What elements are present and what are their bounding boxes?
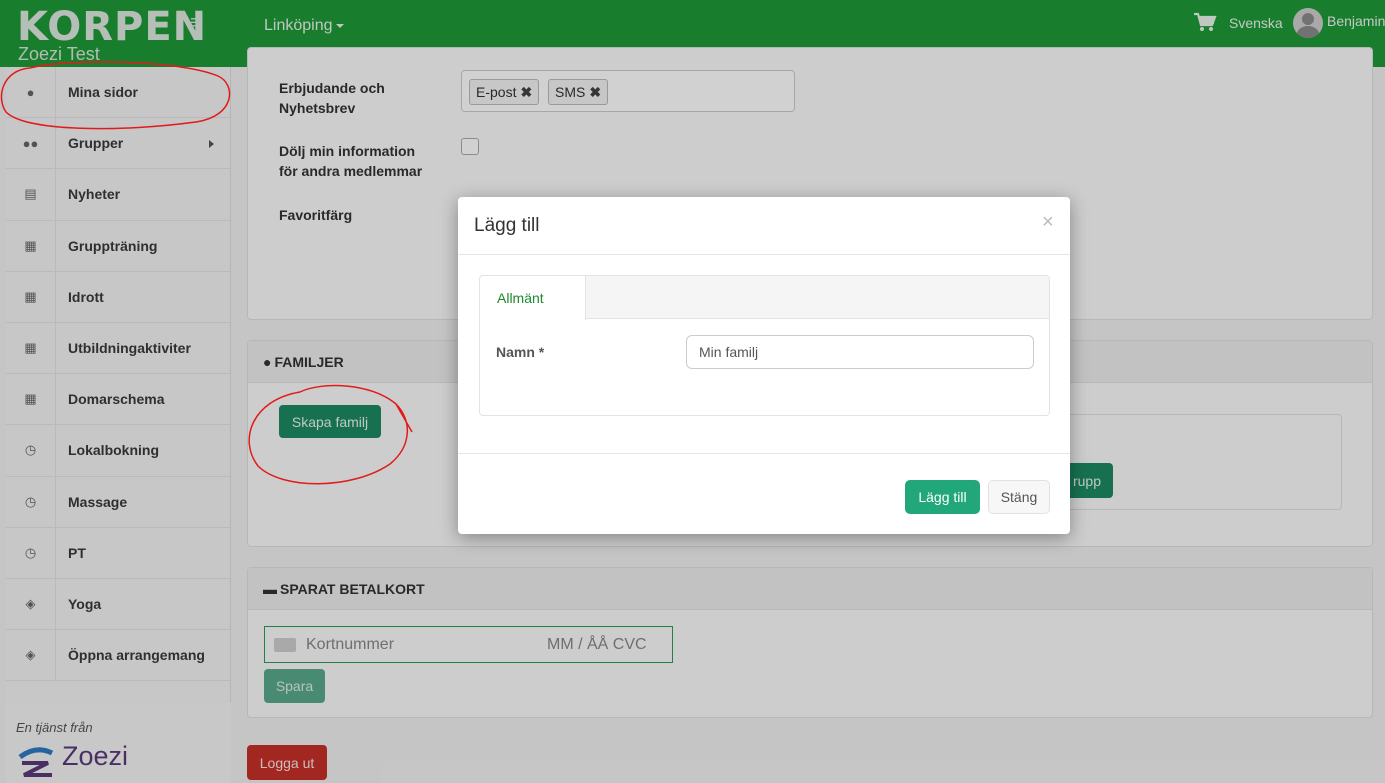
name-input[interactable] <box>686 335 1034 369</box>
modal-divider <box>458 254 1070 255</box>
add-family-modal: Lägg till × Allmänt Namn * Lägg till Stä… <box>458 197 1070 534</box>
close-button[interactable]: Stäng <box>988 480 1050 514</box>
add-button[interactable]: Lägg till <box>905 480 980 514</box>
close-icon[interactable]: × <box>1042 211 1054 234</box>
tab-allmant[interactable]: Allmänt <box>480 276 586 320</box>
name-label: Namn * <box>496 344 545 360</box>
modal-title: Lägg till <box>474 215 540 236</box>
modal-footer-divider <box>458 453 1070 454</box>
modal-tabs: Allmänt Namn * <box>479 275 1050 416</box>
tab-strip: Allmänt <box>480 276 1049 320</box>
